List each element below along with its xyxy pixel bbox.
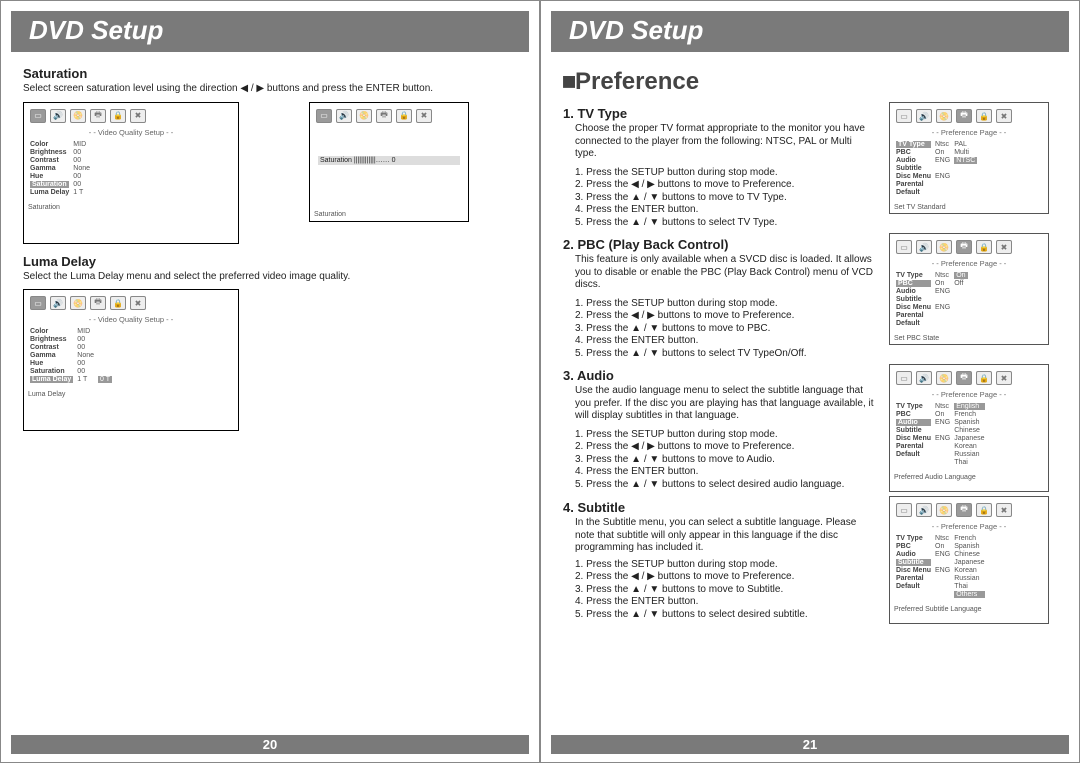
video-icon: 📀 [70,296,86,310]
audio-title: 3. Audio [563,368,881,383]
pbc-desc: This feature is only available when a SV… [563,254,881,292]
speaker-icon: 🔊 [916,503,932,517]
page-right: DVD Setup ■Preference 1. TV Type Choose … [540,0,1080,763]
osd-footer-2: Luma Delay [28,385,234,398]
gear-icon: 🖶 [90,296,106,310]
osd-icon-bar-3: ▭ 🔊 📀 🖶 🔒 ✖ [28,294,234,313]
speaker-icon: 🔊 [50,109,66,123]
lock-icon: 🔒 [976,503,992,517]
osd-pbc: ▭🔊📀🖶🔒✖ - - Preference Page - - TV Type P… [889,233,1049,345]
osd-video-quality-1: ▭ 🔊 📀 🖶 🔒 ✖ - - Video Quality Setup - - … [23,102,239,244]
tv-type-desc: Choose the proper TV format appropriate … [563,123,881,161]
close-icon: ✖ [130,296,146,310]
speaker-icon: 🔊 [50,296,66,310]
speaker-icon: 🔊 [916,371,932,385]
gear-icon: 🖶 [376,109,392,123]
subtitle-desc: In the Subtitle menu, you can select a s… [563,517,881,555]
video-icon: 📀 [70,109,86,123]
tv-icon: ▭ [896,371,912,385]
luma-desc: Select the Luma Delay menu and select th… [23,271,517,284]
preference-title: ■Preference [563,68,1057,96]
gear-icon: 🖶 [956,503,972,517]
saturation-desc: Select screen saturation level using the… [23,83,517,96]
video-icon: 📀 [356,109,372,123]
gear-icon: 🖶 [956,240,972,254]
lock-icon: 🔒 [976,371,992,385]
pbc-steps: 1. Press the SETUP button during stop mo… [563,298,881,361]
saturation-title: Saturation [23,66,517,81]
osd-overlay-footer: Saturation [314,205,464,218]
close-icon: ✖ [416,109,432,123]
tv-icon: ▭ [896,240,912,254]
osd-audio: ▭🔊📀🖶🔒✖ - - Preference Page - - TV Type P… [889,364,1049,492]
page-header-right: DVD Setup [551,11,1069,52]
osd-val-col: MID 00 00 None 00 00 1 T [73,141,90,196]
close-icon: ✖ [996,503,1012,517]
tv-type-title: 1. TV Type [563,106,881,121]
gear-icon: 🖶 [90,109,106,123]
osd-saturation-overlay: ▭ 🔊 📀 🖶 🔒 ✖ Saturation ||||||||||||…… 0 … [309,102,469,222]
close-icon: ✖ [996,371,1012,385]
subtitle-steps: 1. Press the SETUP button during stop mo… [563,559,881,622]
audio-steps: 1. Press the SETUP button during stop mo… [563,429,881,492]
osd-subtitle: ▭🔊📀🖶🔒✖ - - Preference Page - - TV Type P… [889,496,1049,624]
speaker-icon: 🔊 [336,109,352,123]
lock-icon: 🔒 [110,296,126,310]
tv-icon: ▭ [30,109,46,123]
video-icon: 📀 [936,109,952,123]
page-header-left: DVD Setup [11,11,529,52]
speaker-icon: 🔊 [916,109,932,123]
subtitle-title: 4. Subtitle [563,500,881,515]
lock-icon: 🔒 [110,109,126,123]
tv-icon: ▭ [30,296,46,310]
page-left: DVD Setup Saturation Select screen satur… [0,0,540,763]
audio-desc: Use the audio language menu to select th… [563,385,881,423]
osd-header-text: - - Video Quality Setup - - [28,126,234,139]
close-icon: ✖ [130,109,146,123]
lock-icon: 🔒 [396,109,412,123]
close-icon: ✖ [996,240,1012,254]
lock-icon: 🔒 [976,240,992,254]
saturation-bar: Saturation ||||||||||||…… 0 [318,156,460,165]
page-number-left: 20 [11,735,529,754]
osd-tv-type: ▭🔊📀🖶🔒✖ - - Preference Page - - TV Type P… [889,102,1049,214]
video-icon: 📀 [936,240,952,254]
tv-type-steps: 1. Press the SETUP button during stop mo… [563,167,881,230]
luma-title: Luma Delay [23,254,517,269]
osd-video-quality-2: ▭ 🔊 📀 🖶 🔒 ✖ - - Video Quality Setup - - … [23,289,239,431]
gear-icon: 🖶 [956,371,972,385]
speaker-icon: 🔊 [916,240,932,254]
tv-icon: ▭ [896,109,912,123]
video-icon: 📀 [936,371,952,385]
osd-header-text-2: - - Video Quality Setup - - [28,313,234,326]
tv-icon: ▭ [316,109,332,123]
gear-icon: 🖶 [956,109,972,123]
osd-footer-1: Saturation [28,198,234,211]
close-icon: ✖ [996,109,1012,123]
page-number-right: 21 [551,735,1069,754]
tv-icon: ▭ [896,503,912,517]
osd-icon-bar-2: ▭ 🔊 📀 🖶 🔒 ✖ [314,107,464,126]
osd-label-col: Color Brightness Contrast Gamma Hue Satu… [30,141,69,196]
pbc-title: 2. PBC (Play Back Control) [563,237,881,252]
osd-icon-bar: ▭ 🔊 📀 🖶 🔒 ✖ [28,107,234,126]
video-icon: 📀 [936,503,952,517]
lock-icon: 🔒 [976,109,992,123]
